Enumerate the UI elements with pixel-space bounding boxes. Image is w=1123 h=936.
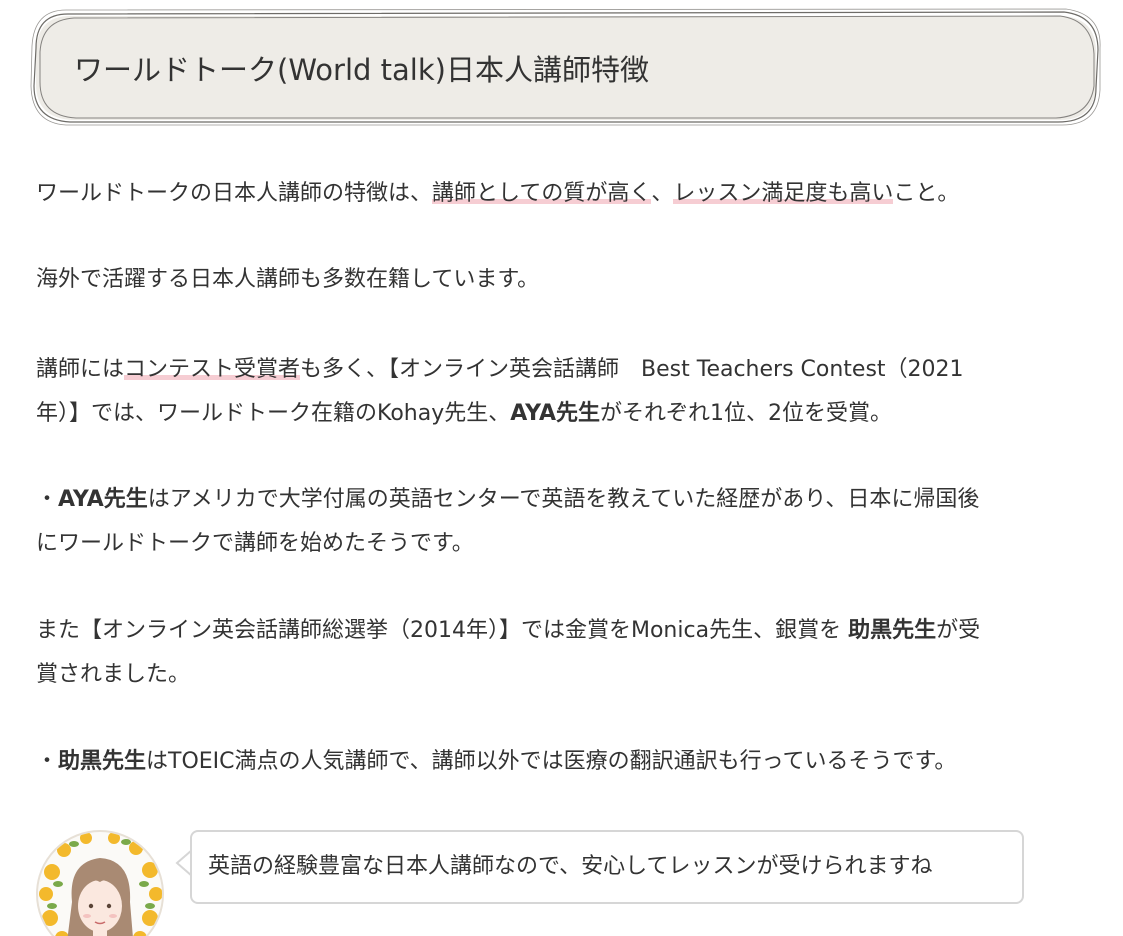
text-span: が受	[936, 618, 981, 643]
teacher-name-aya: AYA先生	[58, 487, 148, 512]
paragraph-line: にワールドトークで講師を始めたそうです。	[36, 531, 474, 556]
paragraph-sukeguro: ・助黒先生はTOEIC満点の人気講師で、講師以外では医療の翻訳通訳も行っているそ…	[36, 740, 1096, 784]
paragraph-line: 賞されました。	[36, 662, 191, 687]
teacher-name-sukeguro: 助黒先生	[848, 618, 937, 643]
text-span: も多く、【オンライン英会話講師 Best Teachers Contest（20…	[300, 357, 964, 382]
highlight-satisfaction: レッスン満足度も高い	[673, 181, 894, 206]
teacher-name-aya: AYA先生	[510, 401, 601, 426]
paragraph-line: また【オンライン英会話講師総選挙（2014年）】では金賞をMonica先生、銀賞…	[36, 609, 1096, 653]
text-span: こと。	[893, 181, 960, 206]
paragraph-aya: ・AYA先生はアメリカで大学付属の英語センターで英語を教えていた経歴があり、日本…	[36, 478, 1096, 566]
paragraph-features: ワールドトークの日本人講師の特徴は、講師としての質が高く、レッスン満足度も高いこ…	[36, 172, 1096, 216]
paragraph-election: また【オンライン英会話講師総選挙（2014年）】では金賞をMonica先生、銀賞…	[36, 609, 1096, 697]
bullet-mark: ・	[36, 749, 59, 774]
speaker-avatar	[36, 830, 164, 936]
text-span: また【オンライン英会話講師総選挙（2014年）】では金賞をMonica先生、銀賞…	[36, 618, 849, 643]
text-span: はアメリカで大学付属の英語センターで英語を教えていた経歴があり、日本に帰国後	[147, 487, 980, 512]
teacher-name-sukeguro: 助黒先生	[58, 749, 147, 774]
woman-avatar-icon	[39, 832, 162, 936]
text-span: 年）】では、ワールドトーク在籍のKohay先生、	[36, 401, 511, 426]
paragraph-line: ・AYA先生はアメリカで大学付属の英語センターで英語を教えていた経歴があり、日本…	[36, 478, 1096, 522]
speech-bubble: 英語の経験豊富な日本人講師なので、安心してレッスンが受けられますね	[190, 830, 1024, 904]
highlight-quality: 講師としての質が高く	[432, 181, 652, 206]
text-span: 講師には	[36, 357, 125, 382]
speech-bubble-text: 英語の経験豊富な日本人講師なので、安心してレッスンが受けられますね	[208, 854, 933, 879]
paragraph-contest: 講師にはコンテスト受賞者も多く、【オンライン英会話講師 Best Teacher…	[36, 348, 1096, 436]
paragraph-line: 年）】では、ワールドトーク在籍のKohay先生、AYA先生がそれぞれ1位、2位を…	[36, 392, 1096, 436]
text-span: はTOEIC満点の人気講師で、講師以外では医療の翻訳通訳も行っているそうです。	[146, 749, 957, 774]
section-heading-box: ワールドトーク(World talk)日本人講師特徴	[30, 6, 1102, 128]
highlight-contest-winners: コンテスト受賞者	[124, 357, 301, 382]
paragraph-overseas: 海外で活躍する日本人講師も多数在籍しています。	[36, 267, 540, 292]
paragraph-line: 講師にはコンテスト受賞者も多く、【オンライン英会話講師 Best Teacher…	[36, 348, 1096, 392]
text-span: がそれぞれ1位、2位を受賞。	[600, 401, 893, 426]
text-span: ワールドトークの日本人講師の特徴は、	[36, 181, 433, 206]
section-heading-title: ワールドトーク(World talk)日本人講師特徴	[74, 53, 649, 87]
text-span: 、	[651, 181, 674, 206]
bullet-mark: ・	[36, 487, 59, 512]
